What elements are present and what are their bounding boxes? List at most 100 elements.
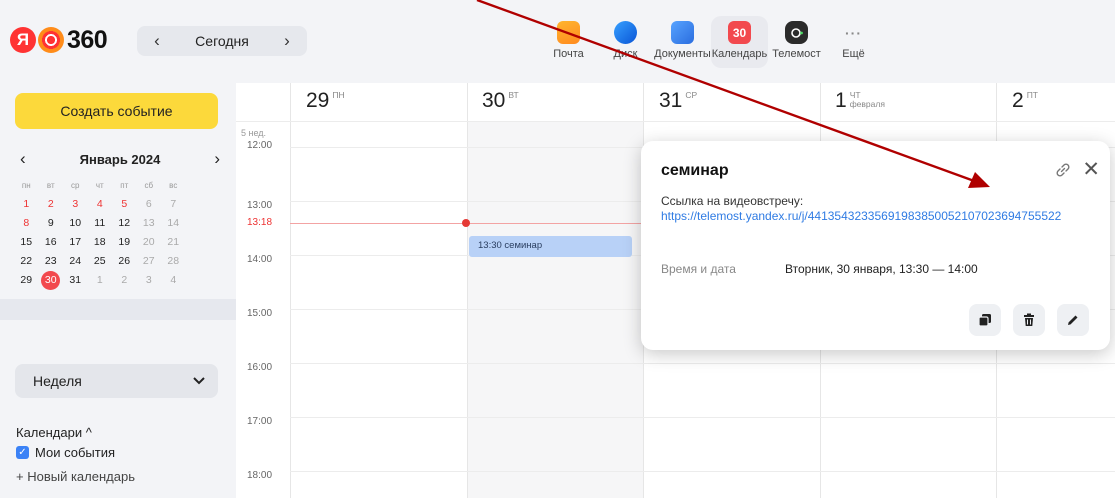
hour-line <box>290 417 1115 418</box>
mini-day[interactable]: 15 <box>14 233 39 252</box>
mini-day[interactable]: 28 <box>161 252 186 271</box>
grid-divider <box>290 83 291 498</box>
day-number: 29 <box>306 89 330 112</box>
mini-next-month-button[interactable]: › <box>214 149 220 169</box>
day-header-tue[interactable]: 30 ВТ <box>482 83 519 121</box>
weekday-name: чт <box>95 181 104 190</box>
mini-day[interactable]: 4 <box>161 271 186 290</box>
mini-day[interactable]: 16 <box>39 233 64 252</box>
mini-day[interactable]: 27 <box>137 252 162 271</box>
weekday-name: пт <box>120 181 129 190</box>
current-time-label: 13:18 <box>247 217 273 228</box>
mini-day[interactable]: 2 <box>112 271 137 290</box>
mini-day[interactable]: 21 <box>161 233 186 252</box>
mini-day[interactable]: 5 <box>112 195 137 214</box>
app-calendar[interactable]: 30 Календарь <box>711 16 768 68</box>
mini-day[interactable]: 1 <box>88 271 113 290</box>
day-header-fri[interactable]: 2 ПТ <box>1012 83 1038 121</box>
day-header-wed[interactable]: 31 СР <box>659 83 697 121</box>
day-header-thu[interactable]: 1 ЧТ февраля <box>835 83 885 121</box>
logo-text: 360 <box>67 25 108 54</box>
video-meeting-link[interactable]: https://telemost.yandex.ru/j/44135432335… <box>661 209 1101 224</box>
current-time-dot <box>462 219 470 227</box>
day-header-mon[interactable]: 29 ПН <box>306 83 345 121</box>
weekday-name: сб <box>144 181 154 190</box>
weekday-label: ЧТ февраля <box>850 91 885 109</box>
mail-icon <box>557 21 580 44</box>
mini-day[interactable]: 3 <box>137 271 162 290</box>
edit-event-button[interactable] <box>1057 304 1089 336</box>
top-bar: Я 360 ‹ Сегодня › Почта Диск Документы 3… <box>0 0 1115 83</box>
mini-day[interactable]: 23 <box>39 252 64 271</box>
mini-day[interactable]: 25 <box>88 252 113 271</box>
app-mail[interactable]: Почта <box>540 16 597 68</box>
delete-event-button[interactable] <box>1013 304 1045 336</box>
mini-day[interactable]: 31 <box>63 271 88 290</box>
mini-day[interactable]: 6 <box>137 195 162 214</box>
close-icon[interactable]: ✕ <box>1082 159 1100 180</box>
day-number: 30 <box>482 89 506 112</box>
app-telemost[interactable]: Телемост <box>768 16 825 68</box>
view-mode-label: Неделя <box>33 373 82 389</box>
checkbox-checked-icon[interactable]: ✓ <box>16 446 29 459</box>
mini-day[interactable]: 4 <box>88 195 113 214</box>
mini-prev-month-button[interactable]: ‹ <box>20 149 26 169</box>
app-disk[interactable]: Диск <box>597 16 654 68</box>
mini-day[interactable]: 19 <box>112 233 137 252</box>
app-label: Почта <box>553 48 584 60</box>
mini-day[interactable]: 1 <box>14 195 39 214</box>
calendars-section-toggle[interactable]: Календари ^ <box>16 425 92 440</box>
logo-ring-icon <box>38 27 64 53</box>
yandex-360-logo[interactable]: Я 360 <box>10 20 108 60</box>
mini-day[interactable]: 17 <box>63 233 88 252</box>
hour-line <box>290 363 1115 364</box>
mini-day[interactable]: 12 <box>112 214 137 233</box>
date-navigator: ‹ Сегодня › <box>137 26 307 56</box>
weekday-name: ср <box>71 181 80 190</box>
calendar-my-events[interactable]: ✓ Мои события <box>16 445 115 460</box>
new-calendar-link[interactable]: + Новый календарь <box>16 469 135 484</box>
mini-day[interactable]: 10 <box>63 214 88 233</box>
mini-day[interactable]: 26 <box>112 252 137 271</box>
mini-day[interactable]: 11 <box>88 214 113 233</box>
day-number: 2 <box>1012 89 1024 112</box>
weekday-name: вт <box>46 181 55 190</box>
mini-day[interactable]: 22 <box>14 252 39 271</box>
today-button[interactable]: Сегодня <box>195 33 249 49</box>
mini-day[interactable]: 3 <box>63 195 88 214</box>
mini-calendar-grid: пн вт ср чт пт сб вс 1 2 3 4 5 6 7 8 9 1… <box>14 176 224 290</box>
weekday-name: пн <box>21 181 31 190</box>
week-number: 5 нед. <box>241 128 267 138</box>
mini-day[interactable]: 13 <box>137 214 162 233</box>
mini-day[interactable]: 24 <box>63 252 88 271</box>
mini-day-today[interactable]: 30 <box>39 271 64 290</box>
prev-period-button[interactable]: ‹ <box>147 31 167 51</box>
event-seminar[interactable]: 13:30 семинар <box>469 236 632 257</box>
mini-calendar-header: ‹ Январь 2024 › <box>14 148 224 170</box>
mini-month-label: Январь 2024 <box>79 151 161 167</box>
mini-day[interactable]: 8 <box>14 214 39 233</box>
mini-day[interactable]: 9 <box>39 214 64 233</box>
duplicate-event-button[interactable] <box>969 304 1001 336</box>
mini-day[interactable]: 29 <box>14 271 39 290</box>
next-period-button[interactable]: › <box>277 31 297 51</box>
mini-calendar: ‹ Январь 2024 › пн вт ср чт пт сб вс 1 2… <box>14 148 224 290</box>
mini-day[interactable]: 18 <box>88 233 113 252</box>
current-week-highlight <box>0 299 236 320</box>
time-label: 14:00 <box>247 254 273 265</box>
app-documents[interactable]: Документы <box>654 16 711 68</box>
calendar-label: Мои события <box>35 445 115 460</box>
mini-day[interactable]: 2 <box>39 195 64 214</box>
yandex-logo-icon: Я <box>10 27 36 53</box>
documents-icon <box>671 21 694 44</box>
weekday-label: ПН <box>332 90 345 100</box>
mini-day[interactable]: 20 <box>137 233 162 252</box>
app-more[interactable]: ··· Ещё <box>825 16 882 68</box>
month-label: февраля <box>849 99 885 109</box>
view-mode-select[interactable]: Неделя <box>15 364 218 398</box>
create-event-button[interactable]: Создать событие <box>15 93 218 129</box>
copy-link-icon[interactable] <box>1054 161 1072 179</box>
current-time-line <box>290 223 698 224</box>
mini-day[interactable]: 7 <box>161 195 186 214</box>
mini-day[interactable]: 14 <box>161 214 186 233</box>
